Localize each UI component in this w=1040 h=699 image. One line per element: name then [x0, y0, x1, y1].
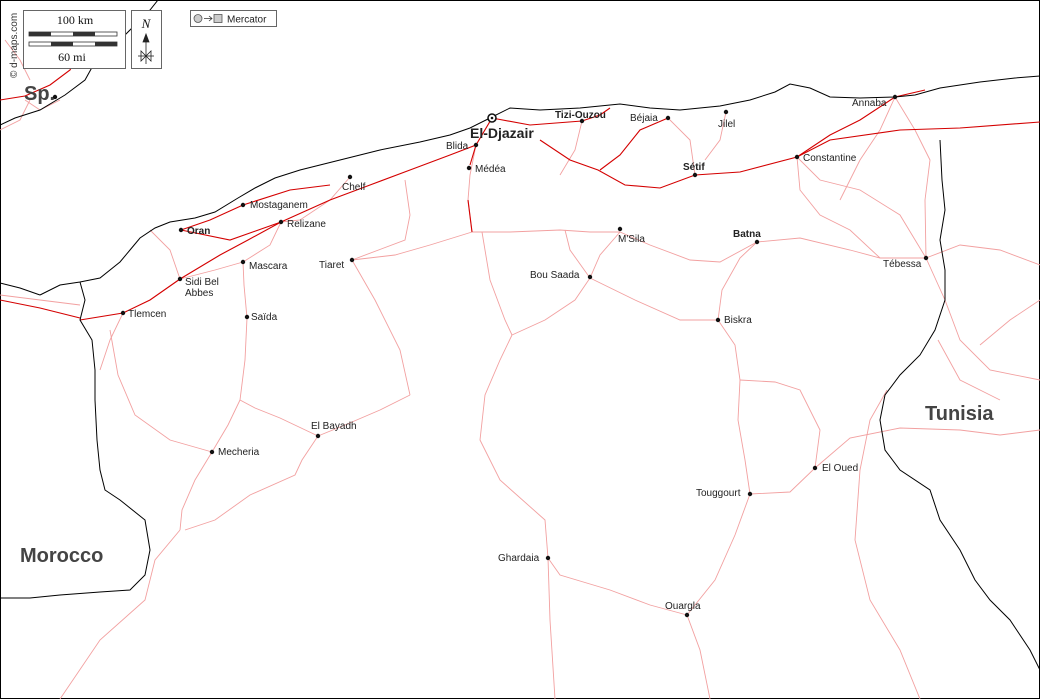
city-label-mostaganem: Mostaganem	[250, 200, 308, 211]
scale-km-label: 100 km	[57, 13, 94, 27]
city-label-chelf: Chelf	[342, 182, 366, 193]
city-label-el-bayadh: El Bayadh	[311, 421, 357, 432]
map-canvas: © d-maps.com 100 km 60 mi N Mercator Sp.	[0, 0, 1040, 699]
city-label-annaba: Annaba	[852, 98, 887, 109]
city-label-ghardaia: Ghardaia	[498, 553, 540, 564]
city-label-relizane: Relizane	[287, 219, 326, 230]
city-label-mascara: Mascara	[249, 261, 288, 272]
city-label-blida: Blida	[446, 141, 469, 152]
city-label-el-oued: El Oued	[822, 463, 858, 474]
city-label-bou-saada: Bou Saada	[530, 270, 580, 281]
globe-icon	[193, 14, 203, 23]
projection-label: Mercator	[227, 15, 267, 26]
city-label-medea: Médéa	[475, 164, 506, 175]
flat-map-icon	[213, 14, 223, 23]
city-label-sidi-bel-abbes-line2: Abbes	[185, 288, 213, 299]
country-label-morocco: Morocco	[20, 545, 103, 567]
capital-marker	[487, 113, 497, 123]
city-label-sidi-bel-abbes-line1: Sidi Bel	[185, 277, 219, 288]
algeria-map: © d-maps.com 100 km 60 mi N Mercator Sp.	[0, 0, 1040, 699]
city-label-touggourt: Touggourt	[696, 488, 741, 499]
country-label-spain: Sp.	[24, 83, 55, 105]
city-label-tiaret: Tiaret	[319, 260, 344, 271]
credit-text: © d-maps.com	[9, 13, 20, 78]
city-label-bejaia: Béjaia	[630, 113, 658, 124]
scale-mi-label: 60 mi	[58, 50, 86, 64]
city-label-saida: Saïda	[251, 312, 278, 323]
city-label-batna: Batna	[733, 229, 761, 240]
city-label-oran: Oran	[187, 226, 210, 237]
city-label-tebessa: Tébessa	[883, 259, 922, 270]
city-label-msila: M'Sila	[618, 234, 645, 245]
city-label-mecheria: Mecheria	[218, 447, 260, 458]
city-label-jijel: Jilel	[718, 119, 735, 130]
city-label-biskra: Biskra	[724, 315, 752, 326]
city-label-ouargla: Ouargla	[665, 601, 701, 612]
city-label-constantine: Constantine	[803, 153, 857, 164]
scale-box: 100 km 60 mi	[23, 10, 126, 69]
city-label-tizi-ouzou: Tizi-Ouzou	[555, 110, 606, 121]
country-label-tunisia: Tunisia	[925, 403, 994, 425]
city-label-el-djazair: El-Djazair	[470, 125, 534, 141]
north-arrow-box: N	[131, 10, 162, 69]
major-roads	[0, 49, 1040, 321]
projection-legend: Mercator	[190, 10, 277, 27]
city-label-tlemcen: Tlemcen	[128, 309, 166, 320]
city-label-setif: Sétif	[683, 162, 705, 173]
north-label: N	[141, 16, 152, 31]
